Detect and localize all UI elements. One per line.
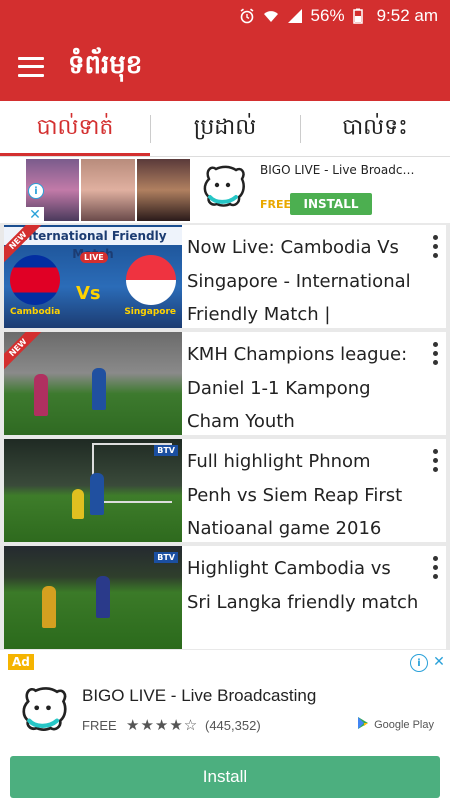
- ad-price: FREE: [260, 197, 292, 211]
- alarm-icon: [239, 8, 255, 24]
- video-title: KMH Champions league: Daniel 1-1 Kampong…: [187, 344, 408, 432]
- video-list: International Friendly Match LIVE Vs Cam…: [0, 223, 450, 649]
- google-play-badge: Google Play: [356, 716, 434, 733]
- video-thumbnail: BTV: [4, 439, 182, 542]
- video-thumbnail: International Friendly Match LIVE Vs Cam…: [4, 225, 182, 328]
- tab-volleyball[interactable]: បាល់ទះ: [300, 101, 450, 156]
- live-badge: LIVE: [80, 252, 108, 263]
- ad-badge: Ad: [8, 654, 34, 670]
- team-left: Cambodia: [10, 307, 61, 317]
- clock: 9:52 am: [376, 6, 438, 25]
- native-ad[interactable]: Ad i ✕ BIGO LIVE - Live Broadcasting FRE…: [0, 650, 450, 800]
- rating-count: (445,352): [205, 718, 261, 733]
- close-ad-icon[interactable]: ✕: [430, 654, 448, 670]
- ad-install-button[interactable]: INSTALL: [290, 193, 372, 215]
- adchoices-icon[interactable]: i: [410, 654, 428, 672]
- channel-logo: BTV: [154, 445, 178, 456]
- ad-price: FREE: [82, 718, 117, 733]
- banner-ad[interactable]: i ✕ BIGO LIVE - Live Broadca... FREE INS…: [0, 157, 450, 223]
- more-options-icon[interactable]: [432, 342, 438, 365]
- store-label: Google Play: [374, 718, 434, 731]
- install-button[interactable]: Install: [10, 756, 440, 798]
- player-figure: [34, 374, 48, 416]
- channel-logo: BTV: [154, 552, 178, 563]
- signal-icon: [287, 8, 303, 24]
- ad-title: BIGO LIVE - Live Broadca...: [260, 163, 420, 177]
- status-bar: 56% 9:52 am: [0, 0, 450, 32]
- video-title: Now Live: Cambodia Vs Singapore - Intern…: [187, 237, 411, 325]
- more-options-icon[interactable]: [432, 556, 438, 579]
- rating-stars: ★★★★☆: [126, 716, 199, 734]
- video-title: Highlight Cambodia vs Sri Langka friendl…: [187, 558, 419, 613]
- video-title: Full highlight Phnom Penh vs Siem Reap F…: [187, 451, 403, 539]
- page-title: ទំព័រមុខ: [68, 49, 143, 80]
- banner-ad-info: BIGO LIVE - Live Broadca... FREE INSTALL: [252, 157, 450, 223]
- list-item[interactable]: BTV Highlight Cambodia vs Sri Langka fri…: [4, 546, 446, 649]
- ad-photo: [81, 159, 135, 221]
- app-bar: ទំព័រមុខ: [0, 32, 450, 101]
- bigo-logo: [10, 680, 72, 742]
- tab-football[interactable]: បាល់ទាត់: [0, 101, 150, 156]
- list-item[interactable]: International Friendly Match LIVE Vs Cam…: [4, 225, 446, 328]
- player-figure: [96, 576, 110, 618]
- tab-divider: [300, 115, 301, 143]
- ad-title: BIGO LIVE - Live Broadcasting: [82, 686, 317, 705]
- battery-percent: 56%: [310, 6, 345, 25]
- tab-divider: [150, 115, 151, 143]
- video-thumbnail: NEW: [4, 332, 182, 435]
- more-options-icon[interactable]: [432, 449, 438, 472]
- ad-photo: [136, 159, 190, 221]
- tab-bar: បាល់ទាត់ ប្រដាល់ បាល់ទះ: [0, 101, 450, 157]
- list-item[interactable]: NEW KMH Champions league: Daniel 1-1 Kam…: [4, 332, 446, 435]
- wifi-icon: [263, 8, 279, 24]
- player-figure: [92, 368, 106, 410]
- player-figure: [72, 489, 84, 519]
- more-options-icon[interactable]: [432, 235, 438, 258]
- player-figure: [90, 473, 104, 515]
- close-ad-icon[interactable]: ✕: [26, 207, 44, 223]
- menu-icon[interactable]: [18, 56, 44, 77]
- video-thumbnail: BTV: [4, 546, 182, 649]
- list-item[interactable]: BTV Full highlight Phnom Penh vs Siem Re…: [4, 439, 446, 542]
- singapore-flag-icon: [126, 255, 176, 305]
- player-figure: [42, 586, 56, 628]
- cambodia-flag-icon: [10, 255, 60, 305]
- adchoices-icon[interactable]: i: [28, 183, 44, 199]
- new-ribbon: NEW: [4, 332, 44, 373]
- team-right: Singapore: [124, 307, 176, 317]
- google-play-icon: [356, 716, 370, 733]
- battery-icon: [352, 8, 369, 24]
- tab-boxing[interactable]: ប្រដាល់: [150, 101, 300, 156]
- vs-label: Vs: [76, 283, 101, 304]
- bigo-logo: [190, 157, 252, 219]
